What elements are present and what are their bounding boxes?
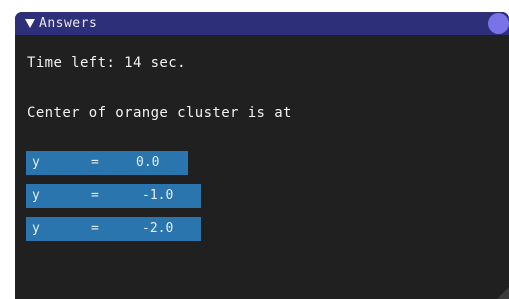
question-text: Center of orange cluster is at (27, 105, 292, 121)
answer-value: 0.0 (136, 155, 160, 170)
triangle-down-icon[interactable] (25, 19, 35, 28)
answer-button-2[interactable]: y = -1.0 (26, 184, 201, 208)
close-circle-icon[interactable] (488, 13, 509, 34)
answer-button-1[interactable]: y = 0.0 (26, 151, 188, 175)
answer-value: -1.0 (142, 188, 174, 203)
answer-operator: = (91, 155, 99, 170)
window-title: Answers (39, 16, 98, 31)
timer-text: Time left: 14 sec. (27, 55, 186, 71)
answer-operator: = (91, 188, 99, 203)
answer-value: -2.0 (142, 221, 174, 236)
answer-variable: y (32, 155, 40, 170)
resize-grip-icon[interactable] (497, 287, 509, 299)
answers-window: Answers Time left: 14 sec. Center of ora… (15, 12, 509, 299)
answer-operator: = (91, 221, 99, 236)
window-title-bar[interactable]: Answers (15, 12, 509, 35)
answer-variable: y (32, 188, 40, 203)
answer-variable: y (32, 221, 40, 236)
answer-button-3[interactable]: y = -2.0 (26, 217, 201, 241)
